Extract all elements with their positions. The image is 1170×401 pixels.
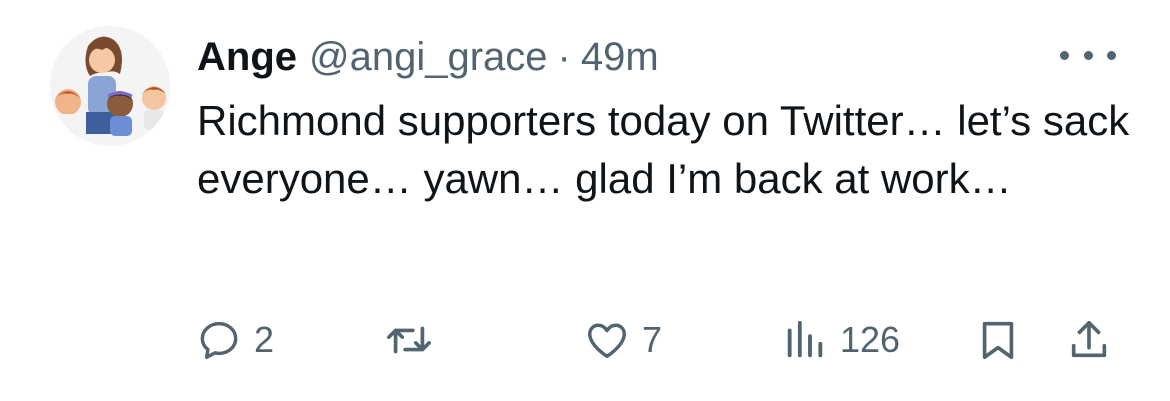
avatar[interactable]	[50, 26, 170, 146]
views-count: 126	[840, 319, 901, 360]
like-button[interactable]: 7	[584, 305, 662, 375]
tweet-actions: 2 7 126	[0, 305, 1170, 375]
reply-bubble-icon	[200, 321, 238, 359]
header-separator: ·	[557, 35, 571, 79]
retweet-icon	[387, 326, 431, 354]
tweet-text: Richmond supporters today on Twitter… le…	[197, 97, 1130, 202]
analytics-bars-icon	[787, 320, 823, 358]
like-count: 7	[642, 319, 663, 360]
reply-count: 2	[254, 319, 275, 360]
tweet[interactable]: Ange @angi_grace · 49m Richmond supporte…	[0, 0, 1170, 401]
avatar-image	[50, 26, 170, 146]
bookmark-icon	[982, 321, 1014, 360]
retweet-button[interactable]	[384, 305, 446, 375]
author-handle[interactable]: @angi_grace	[309, 30, 548, 84]
tweet-timestamp[interactable]: 49m	[581, 30, 659, 84]
more-horizontal-icon	[1060, 50, 1069, 60]
author-display-name[interactable]: Ange	[197, 30, 297, 84]
tweet-header: Ange @angi_grace · 49m	[197, 30, 659, 84]
heart-icon	[588, 323, 626, 359]
share-upload-icon	[1071, 320, 1107, 358]
views-button[interactable]: 126	[782, 305, 900, 375]
share-button[interactable]	[1066, 305, 1112, 375]
more-options-button[interactable]	[1060, 40, 1116, 70]
reply-button[interactable]: 2	[196, 305, 274, 375]
bookmark-button[interactable]	[975, 305, 1021, 375]
